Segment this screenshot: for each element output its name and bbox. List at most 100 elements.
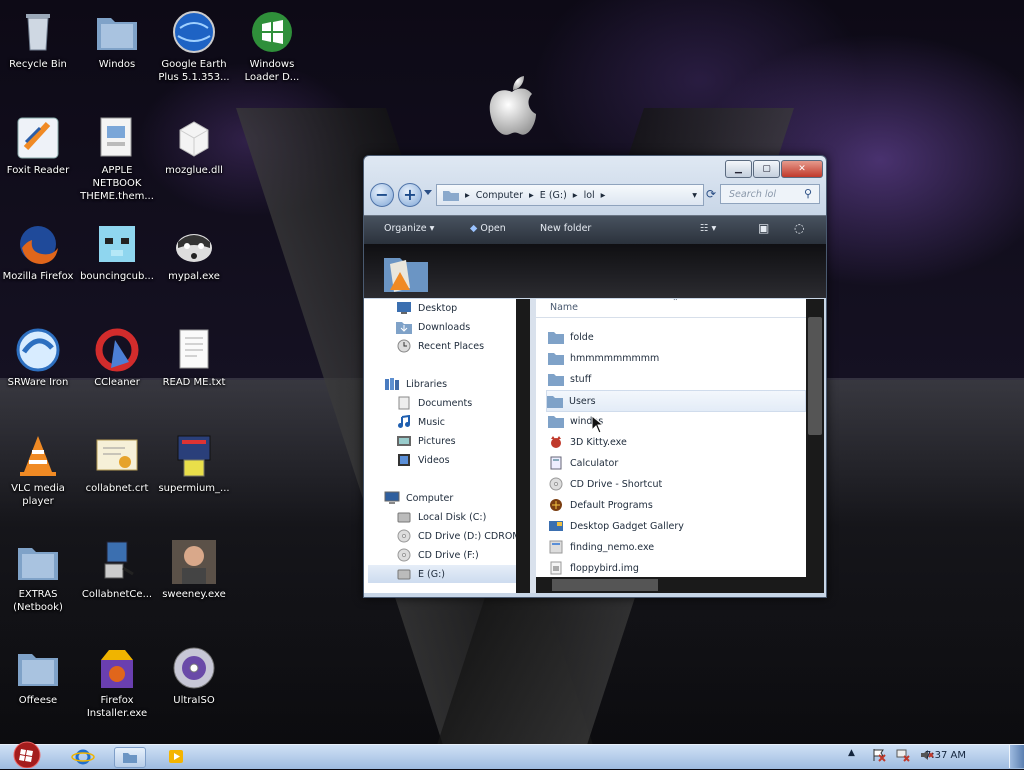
refresh-icon[interactable]: ⟳: [706, 187, 716, 201]
address-dropdown-icon[interactable]: ▾: [692, 190, 697, 201]
nav-item-cd-drive-d[interactable]: CD Drive (D:) CDROM: [396, 527, 516, 545]
desktop-icon[interactable]: supermium_...: [156, 432, 232, 495]
list-item[interactable]: Users: [546, 390, 806, 412]
list-item[interactable]: Default Programs: [548, 495, 806, 515]
desktop-icon: [397, 302, 411, 314]
breadcrumb-item[interactable]: lol: [584, 190, 595, 201]
breadcrumb-item[interactable]: Computer: [476, 190, 523, 201]
organize-button[interactable]: Organize ▾: [384, 223, 434, 234]
nav-pane-scrollbar[interactable]: [516, 299, 530, 593]
action-center-flag-icon[interactable]: [872, 748, 886, 762]
nav-item-desktop[interactable]: Desktop: [396, 299, 516, 317]
list-item[interactable]: CD Drive - Shortcut: [548, 474, 806, 494]
foxit-reader-icon: [17, 117, 59, 159]
nav-item-videos[interactable]: Videos: [396, 451, 516, 469]
show-desktop-button[interactable]: [1009, 745, 1024, 768]
installer-icon: [177, 435, 211, 477]
nav-item-recent-places[interactable]: Recent Places: [396, 337, 516, 355]
list-item[interactable]: finding_nemo.exe: [548, 537, 806, 557]
item-name: Users: [569, 395, 596, 407]
start-button-icon[interactable]: [9, 740, 45, 768]
open-button[interactable]: ◆ Open: [470, 223, 506, 234]
open-icon: ◆: [470, 223, 478, 234]
desktop-icon[interactable]: Foxit Reader: [0, 114, 76, 177]
nav-item-downloads[interactable]: Downloads: [396, 318, 516, 336]
recent-pages-chevron-icon[interactable]: [424, 190, 432, 195]
list-item[interactable]: hmmmmmmmmm: [548, 348, 806, 368]
search-icon[interactable]: ⚲: [804, 187, 812, 200]
breadcrumb-item[interactable]: E (G:): [540, 190, 567, 201]
scrollbar-thumb[interactable]: [808, 317, 822, 435]
desktop-icon[interactable]: Mozilla Firefox: [0, 220, 76, 283]
help-icon[interactable]: ◌: [794, 221, 804, 235]
computer-icon: [384, 491, 400, 504]
close-icon: ✕: [798, 164, 806, 174]
item-name: finding_nemo.exe: [570, 541, 655, 553]
preview-pane-icon[interactable]: ▣: [758, 221, 769, 235]
desktop-icon-label: SRWare Iron: [7, 377, 69, 388]
media-player-taskbar-button[interactable]: [163, 747, 189, 766]
nav-label: Libraries: [406, 378, 448, 390]
name-column-header[interactable]: Name ⌃: [536, 299, 806, 318]
desktop-icon[interactable]: mypal.exe: [156, 220, 232, 283]
desktop-icon[interactable]: VLC media player: [0, 432, 76, 508]
desktop-icon[interactable]: EXTRAS (Netbook): [0, 538, 76, 614]
desktop-icon[interactable]: sweeney.exe: [156, 538, 232, 601]
views-icon[interactable]: ☷ ▾: [700, 223, 716, 234]
minimize-icon: ▁: [735, 164, 742, 174]
file-list-scrollbar[interactable]: [806, 299, 824, 593]
network-icon[interactable]: [896, 748, 910, 762]
desktop-icon[interactable]: bouncingcub...: [79, 220, 155, 283]
desktop-icon[interactable]: Offeese: [0, 644, 76, 707]
nav-item-documents[interactable]: Documents: [396, 394, 516, 412]
nav-item-libraries[interactable]: Libraries: [384, 375, 504, 393]
desktop-icon[interactable]: UltraISO: [156, 644, 232, 707]
desktop-icon[interactable]: CollabnetCe...: [79, 538, 155, 601]
desktop-icon[interactable]: APPLE NETBOOK THEME.them...: [79, 114, 155, 203]
maximize-icon: ▢: [762, 164, 771, 174]
internet-explorer-taskbar-button[interactable]: [70, 747, 96, 766]
nav-label: Recent Places: [418, 340, 485, 352]
desktop-icon[interactable]: Google Earth Plus 5.1.353...: [156, 8, 232, 84]
list-item[interactable]: Desktop Gadget Gallery: [548, 516, 806, 536]
desktop-icon[interactable]: SRWare Iron: [0, 326, 76, 389]
horizontal-scrollbar[interactable]: [536, 577, 806, 593]
desktop-icon[interactable]: READ ME.txt: [156, 326, 232, 389]
new-folder-button[interactable]: New folder: [540, 223, 591, 234]
minimize-button[interactable]: ▁: [725, 160, 752, 178]
back-button[interactable]: −: [370, 183, 394, 207]
folder-icon: [548, 332, 564, 344]
list-item[interactable]: folde: [548, 327, 806, 347]
desktop-icon[interactable]: Windows Loader D...: [234, 8, 310, 84]
nav-item-pictures[interactable]: Pictures: [396, 432, 516, 450]
forward-button[interactable]: +: [398, 183, 422, 207]
taskbar-clock[interactable]: 7:37 AM: [925, 747, 966, 765]
desktop-icon[interactable]: CCleaner: [79, 326, 155, 389]
desktop-icon[interactable]: collabnet.crt: [79, 432, 155, 495]
show-hidden-icons-icon[interactable]: ▲: [848, 748, 862, 762]
explorer-window[interactable]: ▁ ▢ ✕ − + ▸ Computer ▸ E (G:) ▸ lol ▸ ▾ …: [363, 155, 827, 598]
desktop-icon[interactable]: Recycle Bin: [0, 8, 76, 71]
desktop-icon-label: Windows Loader D...: [244, 59, 300, 83]
close-button[interactable]: ✕: [781, 160, 823, 178]
list-item[interactable]: floppybird.img: [548, 558, 806, 578]
maximize-button[interactable]: ▢: [753, 160, 780, 178]
nav-item-cd-drive-f[interactable]: CD Drive (F:): [396, 546, 516, 564]
nav-item-local-disk-c[interactable]: Local Disk (C:): [396, 508, 516, 526]
item-name: floppybird.img: [570, 562, 639, 574]
list-item[interactable]: windos: [548, 411, 806, 431]
desktop-icon[interactable]: Windos: [79, 8, 155, 71]
explorer-taskbar-button[interactable]: [114, 747, 146, 768]
desktop-icon[interactable]: mozglue.dll: [156, 114, 232, 177]
nav-item-computer[interactable]: Computer: [384, 489, 504, 507]
nav-item-music[interactable]: Music: [396, 413, 516, 431]
organize-label: Organize: [384, 223, 427, 234]
item-name: 3D Kitty.exe: [570, 436, 627, 448]
list-item[interactable]: Calculator: [548, 453, 806, 473]
address-bar[interactable]: ▸ Computer ▸ E (G:) ▸ lol ▸ ▾: [436, 184, 704, 206]
list-item[interactable]: stuff: [548, 369, 806, 389]
nav-item-drive-g[interactable]: E (G:): [368, 565, 516, 583]
desktop-icon[interactable]: Firefox Installer.exe: [79, 644, 155, 720]
list-item[interactable]: 3D Kitty.exe: [548, 432, 806, 452]
hscroll-thumb[interactable]: [552, 579, 658, 591]
